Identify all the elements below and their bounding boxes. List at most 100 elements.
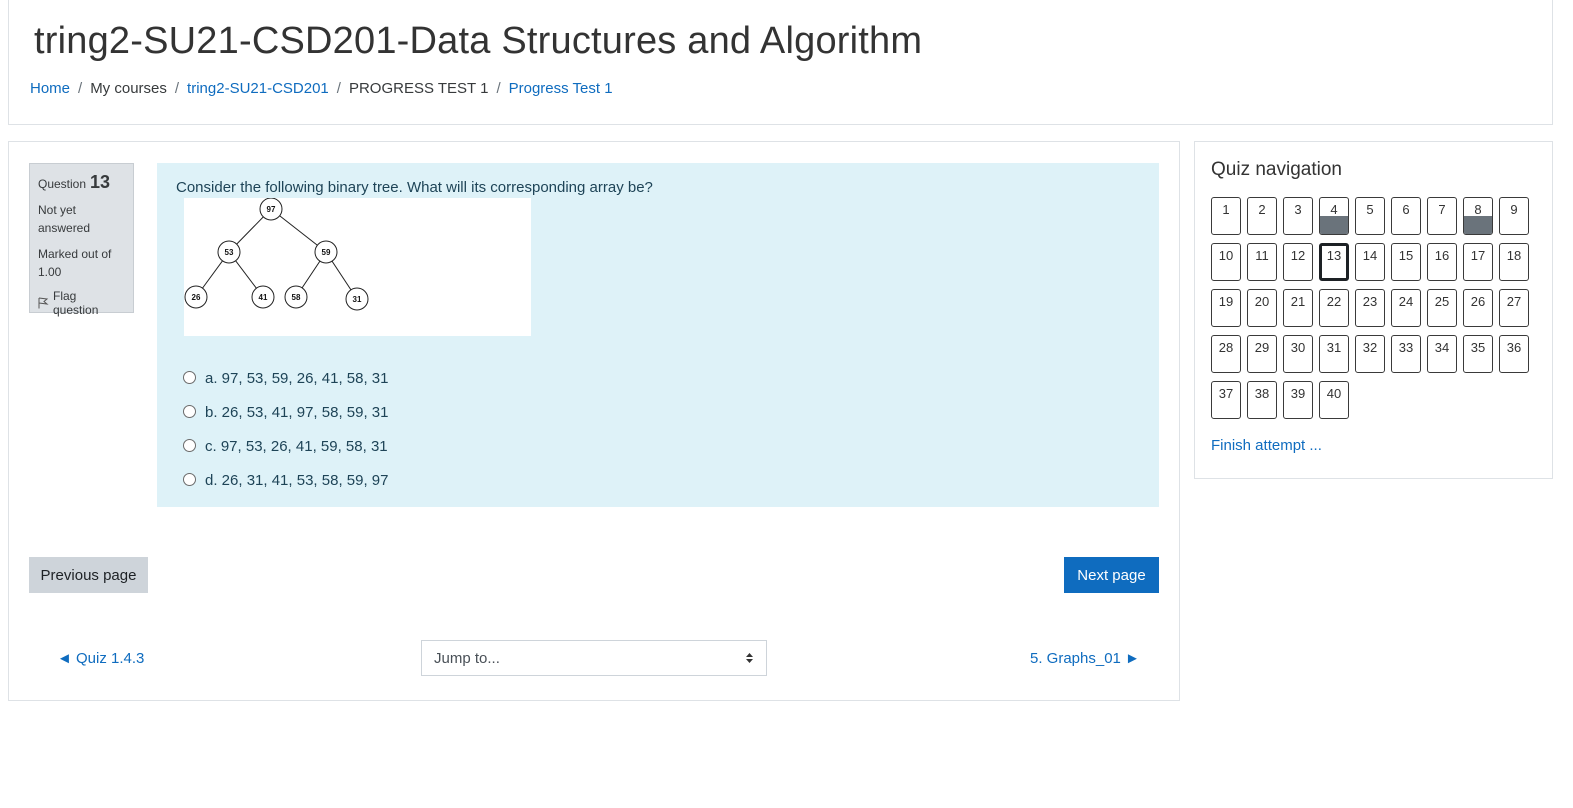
quiz-nav-button-label: 38	[1254, 386, 1270, 401]
breadcrumb-home[interactable]: Home	[30, 80, 70, 97]
quiz-nav-button[interactable]: 10	[1211, 243, 1241, 281]
quiz-nav-button[interactable]: 27	[1499, 289, 1529, 327]
breadcrumb-course[interactable]: tring2-SU21-CSD201	[187, 80, 329, 97]
previous-activity-link[interactable]: ◄ Quiz 1.4.3	[57, 650, 144, 667]
quiz-nav-button[interactable]: 39	[1283, 381, 1313, 419]
quiz-nav-button[interactable]: 11	[1247, 243, 1277, 281]
quiz-nav-button-label: 40	[1326, 386, 1342, 401]
quiz-nav-button[interactable]: 34	[1427, 335, 1457, 373]
jump-to-select[interactable]: Jump to...	[421, 640, 767, 676]
quiz-nav-button-label: 34	[1434, 340, 1450, 355]
next-page-button[interactable]: Next page	[1064, 557, 1159, 593]
quiz-nav-button-label: 5	[1366, 202, 1374, 217]
quiz-nav-button[interactable]: 36	[1499, 335, 1529, 373]
breadcrumb-quiz[interactable]: Progress Test 1	[509, 80, 613, 97]
quiz-nav-button-label: 22	[1326, 294, 1342, 309]
next-activity-link[interactable]: 5. Graphs_01 ►	[1030, 650, 1140, 667]
quiz-nav-button[interactable]: 20	[1247, 289, 1277, 327]
quiz-nav-button[interactable]: 22	[1319, 289, 1349, 327]
quiz-nav-button[interactable]: 5	[1355, 197, 1385, 235]
quiz-nav-button-label: 35	[1470, 340, 1486, 355]
flag-question-button[interactable]: Flag question	[38, 289, 125, 317]
quiz-nav-button[interactable]: 21	[1283, 289, 1313, 327]
quiz-nav-button[interactable]: 1	[1211, 197, 1241, 235]
quiz-nav-button[interactable]: 18	[1499, 243, 1529, 281]
quiz-nav-button-label: 36	[1506, 340, 1522, 355]
quiz-nav-button[interactable]: 13	[1319, 243, 1349, 281]
answer-option-a[interactable]: a. 97, 53, 59, 26, 41, 58, 31	[183, 361, 388, 395]
quiz-nav-button-label: 6	[1402, 202, 1410, 217]
answer-radio[interactable]	[183, 438, 196, 452]
quiz-nav-button[interactable]: 12	[1283, 243, 1313, 281]
quiz-nav-button[interactable]: 19	[1211, 289, 1241, 327]
quiz-nav-button-label: 14	[1362, 248, 1378, 263]
quiz-nav-button-label: 37	[1218, 386, 1234, 401]
quiz-nav-button[interactable]: 8	[1463, 197, 1493, 235]
quiz-nav-button[interactable]: 16	[1427, 243, 1457, 281]
quiz-nav-button[interactable]: 9	[1499, 197, 1529, 235]
breadcrumb-my-courses: My courses	[90, 80, 167, 97]
quiz-nav-button[interactable]: 28	[1211, 335, 1241, 373]
quiz-nav-button-label: 4	[1330, 202, 1338, 217]
quiz-nav-button-label: 11	[1255, 248, 1269, 263]
answer-option-c[interactable]: c. 97, 53, 26, 41, 59, 58, 31	[183, 429, 388, 463]
answer-radio[interactable]	[183, 472, 196, 486]
quiz-nav-button[interactable]: 31	[1319, 335, 1349, 373]
tree-node-label: 41	[259, 293, 268, 302]
quiz-nav-button-label: 32	[1362, 340, 1378, 355]
quiz-nav-button[interactable]: 25	[1427, 289, 1457, 327]
question-info-panel: Question 13 Not yet answered Marked out …	[29, 163, 134, 317]
quiz-nav-button-label: 31	[1326, 340, 1342, 355]
quiz-nav-button[interactable]: 17	[1463, 243, 1493, 281]
quiz-nav-button[interactable]: 15	[1391, 243, 1421, 281]
page-title: tring2-SU21-CSD201-Data Structures and A…	[34, 20, 923, 62]
quiz-nav-button[interactable]: 24	[1391, 289, 1421, 327]
answer-label: b. 26, 53, 41, 97, 58, 59, 31	[205, 403, 389, 421]
quiz-nav-button[interactable]: 14	[1355, 243, 1385, 281]
answer-option-b[interactable]: b. 26, 53, 41, 97, 58, 59, 31	[183, 395, 388, 429]
flag-icon	[38, 297, 49, 309]
quiz-nav-button[interactable]: 29	[1247, 335, 1277, 373]
quiz-nav-answered-indicator	[1464, 216, 1492, 234]
quiz-navigation-block: Quiz navigation 1 2 3 4 5 6 7 8 9 10 11 12 13 14 15 16 1…	[1194, 141, 1553, 479]
answer-label: c. 97, 53, 26, 41, 59, 58, 31	[205, 437, 388, 455]
quiz-nav-button-label: 27	[1506, 294, 1522, 309]
tree-node-label: 58	[292, 293, 301, 302]
quiz-nav-button[interactable]: 3	[1283, 197, 1313, 235]
quiz-nav-button[interactable]: 4	[1319, 197, 1349, 235]
quiz-nav-button-label: 7	[1438, 202, 1446, 217]
answer-radio[interactable]	[183, 404, 196, 418]
answer-radio[interactable]	[183, 370, 196, 384]
question-label: Question	[38, 177, 87, 191]
quiz-nav-button[interactable]: 30	[1283, 335, 1313, 373]
quiz-nav-button[interactable]: 35	[1463, 335, 1493, 373]
quiz-nav-button[interactable]: 2	[1247, 197, 1277, 235]
quiz-navigation-grid: 1 2 3 4 5 6 7 8 9 10 11 12 13 14 15 16 17 18 19 20 21 22 23 24 2…	[1211, 197, 1531, 419]
quiz-nav-button[interactable]: 37	[1211, 381, 1241, 419]
quiz-nav-button[interactable]: 40	[1319, 381, 1349, 419]
tree-node-label: 53	[225, 248, 234, 257]
answer-option-d[interactable]: d. 26, 31, 41, 53, 58, 59, 97	[183, 463, 388, 497]
finish-attempt-link[interactable]: Finish attempt ...	[1211, 437, 1322, 454]
quiz-nav-button[interactable]: 23	[1355, 289, 1385, 327]
quiz-nav-button-label: 13	[1326, 248, 1342, 263]
previous-page-button[interactable]: Previous page	[29, 557, 148, 593]
jump-to-value: Jump to...	[434, 649, 500, 667]
quiz-nav-button[interactable]: 7	[1427, 197, 1457, 235]
quiz-nav-button[interactable]: 33	[1391, 335, 1421, 373]
question-content: Consider the following binary tree. What…	[157, 163, 1159, 507]
quiz-nav-button[interactable]: 26	[1463, 289, 1493, 327]
quiz-nav-button-label: 23	[1362, 294, 1378, 309]
answer-label: a. 97, 53, 59, 26, 41, 58, 31	[205, 369, 389, 387]
quiz-nav-button[interactable]: 38	[1247, 381, 1277, 419]
quiz-nav-button-label: 18	[1506, 248, 1522, 263]
quiz-nav-button[interactable]: 6	[1391, 197, 1421, 235]
quiz-nav-button[interactable]: 32	[1355, 335, 1385, 373]
select-arrows-icon	[746, 653, 753, 663]
quiz-nav-button-label: 12	[1290, 248, 1306, 263]
question-state: Not yet answered	[38, 203, 91, 235]
page-header: tring2-SU21-CSD201-Data Structures and A…	[8, 0, 1553, 125]
quiz-nav-button-label: 26	[1470, 294, 1486, 309]
quiz-nav-answered-indicator	[1320, 216, 1348, 234]
breadcrumb-section: PROGRESS TEST 1	[348, 80, 489, 97]
